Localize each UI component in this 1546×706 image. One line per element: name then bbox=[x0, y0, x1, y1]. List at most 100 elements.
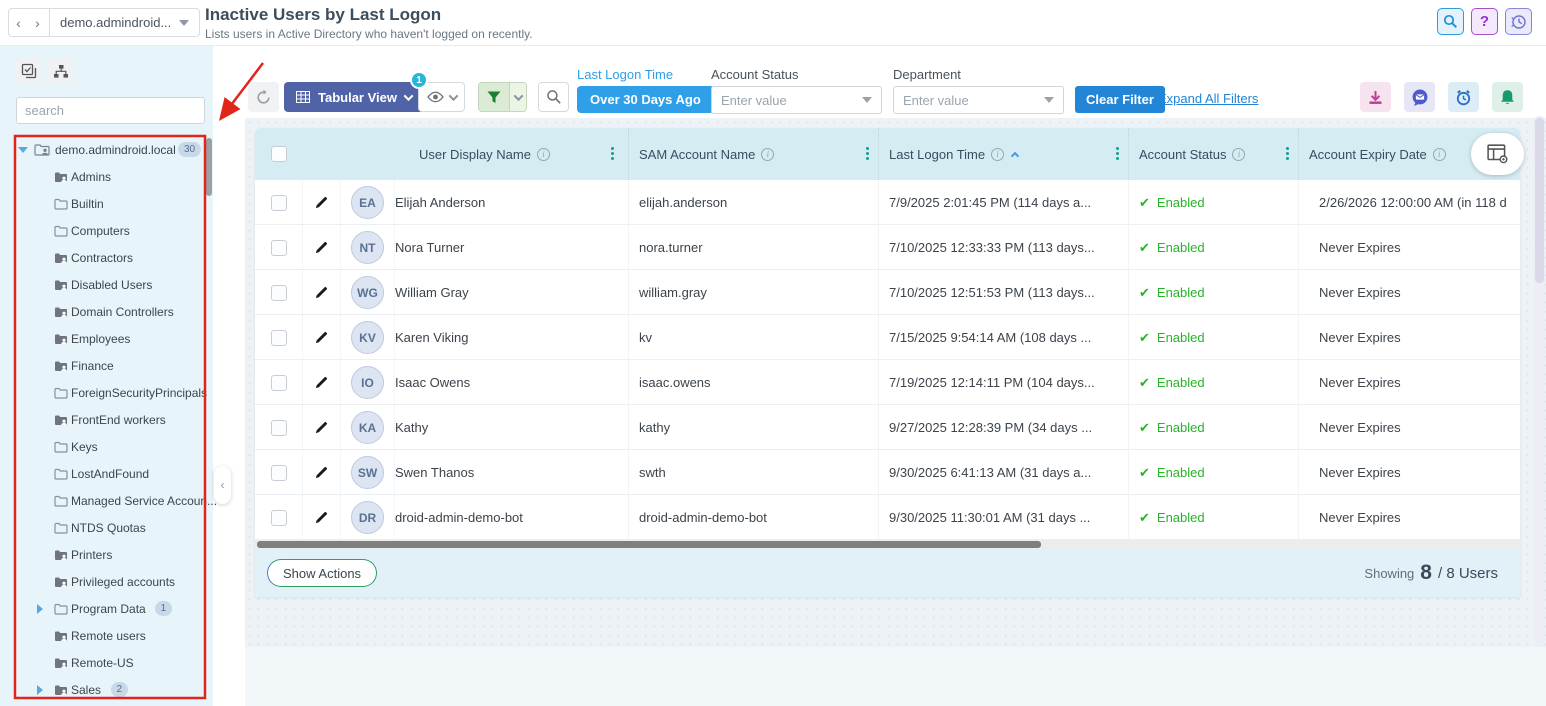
info-icon[interactable]: i bbox=[761, 148, 774, 161]
tree-item-ou[interactable]: FrontEnd workers bbox=[0, 406, 208, 433]
ou-tree-panel: demo.admindroid.local 30 Admins Builtin … bbox=[0, 46, 213, 706]
back-button[interactable]: ‹ bbox=[9, 15, 28, 31]
row-checkbox[interactable] bbox=[271, 330, 287, 346]
select-all-checkbox[interactable] bbox=[271, 146, 287, 162]
row-checkbox[interactable] bbox=[271, 420, 287, 436]
edit-icon[interactable] bbox=[314, 510, 329, 525]
showing-count: 8 bbox=[1420, 561, 1432, 585]
column-header-sam-account-name[interactable]: SAM Account Name i bbox=[628, 128, 878, 180]
edit-icon[interactable] bbox=[314, 330, 329, 345]
tree-search-input[interactable] bbox=[17, 103, 209, 118]
tree-item-ou[interactable]: Remote-US bbox=[0, 649, 208, 676]
cell-account-expiry-date: Never Expires bbox=[1319, 465, 1401, 480]
tree-item-ou[interactable]: Domain Controllers bbox=[0, 298, 208, 325]
tree-item-ou[interactable]: ForeignSecurityPrincipals bbox=[0, 379, 208, 406]
tree-item-ou[interactable]: Privileged accounts bbox=[0, 568, 208, 595]
scrollbar-thumb[interactable] bbox=[1535, 118, 1544, 283]
refresh-button[interactable] bbox=[248, 82, 279, 112]
row-checkbox[interactable] bbox=[271, 285, 287, 301]
help-button[interactable]: ? bbox=[1471, 8, 1498, 35]
cell-account-expiry-date: Never Expires bbox=[1319, 375, 1401, 390]
tree-item-ou[interactable]: Contractors bbox=[0, 244, 208, 271]
edit-icon[interactable] bbox=[314, 420, 329, 435]
table-body: EA Elijah Anderson elijah.anderson 7/9/2… bbox=[255, 180, 1520, 540]
sort-ascending-icon[interactable] bbox=[1011, 151, 1019, 159]
tree-root-badge: 30 bbox=[178, 142, 201, 157]
edit-icon[interactable] bbox=[314, 285, 329, 300]
filter-button[interactable] bbox=[478, 82, 527, 112]
forward-button[interactable]: › bbox=[28, 15, 47, 31]
tree-item-ou[interactable]: Admins bbox=[0, 163, 208, 190]
row-checkbox[interactable] bbox=[271, 465, 287, 481]
column-menu-icon[interactable] bbox=[611, 147, 614, 150]
info-icon[interactable]: i bbox=[537, 148, 550, 161]
expand-all-filters-link[interactable]: Expand All Filters bbox=[1158, 91, 1258, 106]
info-icon[interactable]: i bbox=[991, 148, 1004, 161]
expand-caret-icon[interactable] bbox=[18, 147, 28, 153]
info-icon[interactable]: i bbox=[1232, 148, 1245, 161]
hierarchy-view-button[interactable] bbox=[48, 58, 74, 84]
tree-item-ou[interactable]: Builtin bbox=[0, 190, 208, 217]
tree-item-ou[interactable]: Employees bbox=[0, 325, 208, 352]
sidebar-collapse-handle[interactable]: ‹ bbox=[214, 466, 231, 504]
row-checkbox[interactable] bbox=[271, 195, 287, 211]
cell-sam-account-name: william.gray bbox=[639, 285, 707, 300]
funnel-icon[interactable] bbox=[479, 83, 509, 111]
filter-select-account-status[interactable]: Enter value bbox=[711, 86, 882, 114]
tree-item-ou[interactable]: Disabled Users bbox=[0, 271, 208, 298]
filter-label-last-logon: Last Logon Time bbox=[577, 67, 673, 82]
history-button[interactable] bbox=[1505, 8, 1532, 35]
alert-button[interactable] bbox=[1492, 82, 1523, 112]
tree-root-domain[interactable]: demo.admindroid.local 30 bbox=[0, 136, 208, 163]
edit-icon[interactable] bbox=[314, 465, 329, 480]
schedule-button[interactable] bbox=[1448, 82, 1479, 112]
column-settings-button[interactable] bbox=[1471, 133, 1524, 175]
tabular-view-button[interactable]: Tabular View bbox=[284, 82, 424, 112]
show-actions-button[interactable]: Show Actions bbox=[267, 559, 377, 587]
tree-item-ou[interactable]: Keys bbox=[0, 433, 208, 460]
horizontal-scrollbar[interactable] bbox=[255, 540, 1520, 549]
filter-select-department[interactable]: Enter value bbox=[893, 86, 1064, 114]
domain-selector[interactable]: demo.admindroid... bbox=[52, 15, 199, 30]
column-header-last-logon-time[interactable]: Last Logon Time i bbox=[878, 128, 1128, 180]
column-menu-icon[interactable] bbox=[866, 147, 869, 150]
multi-select-button[interactable] bbox=[16, 58, 42, 84]
filter-dropdown-toggle[interactable] bbox=[509, 83, 526, 111]
column-header-user-display-name[interactable]: User Display Name i bbox=[341, 128, 628, 180]
info-icon[interactable]: i bbox=[1433, 148, 1446, 161]
column-menu-icon[interactable] bbox=[1286, 147, 1289, 150]
export-button[interactable] bbox=[1360, 82, 1391, 112]
table-search-button[interactable] bbox=[538, 82, 569, 112]
scrollbar-thumb[interactable] bbox=[257, 541, 1041, 548]
row-checkbox[interactable] bbox=[271, 240, 287, 256]
feedback-button[interactable] bbox=[1404, 82, 1435, 112]
sidebar-scrollbar[interactable] bbox=[206, 138, 212, 196]
row-checkbox[interactable] bbox=[271, 375, 287, 391]
tree-item-ou[interactable]: Remote users bbox=[0, 622, 208, 649]
edit-icon[interactable] bbox=[314, 195, 329, 210]
tree-item-ou[interactable]: Sales 2 bbox=[0, 676, 208, 703]
column-header-account-status[interactable]: Account Status i bbox=[1128, 128, 1298, 180]
row-checkbox[interactable] bbox=[271, 510, 287, 526]
tree-item-ou[interactable]: Program Data 1 bbox=[0, 595, 208, 622]
cell-account-status: Enabled bbox=[1157, 465, 1205, 480]
column-menu-icon[interactable] bbox=[1116, 147, 1119, 150]
tree-item-ou[interactable]: LostAndFound bbox=[0, 460, 208, 487]
tree-item-ou[interactable]: Finance bbox=[0, 352, 208, 379]
tree-item-label: LostAndFound bbox=[71, 467, 149, 481]
top-bar: ‹ › demo.admindroid... Inactive Users by… bbox=[0, 0, 1546, 46]
vertical-scrollbar[interactable] bbox=[1534, 116, 1545, 647]
search-icon bbox=[546, 89, 562, 105]
expand-caret-icon[interactable] bbox=[37, 685, 43, 695]
edit-icon[interactable] bbox=[314, 375, 329, 390]
tree-item-ou[interactable]: Managed Service Accoun... bbox=[0, 487, 208, 514]
clear-filter-button[interactable]: Clear Filter bbox=[1075, 86, 1165, 113]
edit-icon[interactable] bbox=[314, 240, 329, 255]
tree-item-ou[interactable]: Printers bbox=[0, 541, 208, 568]
global-search-button[interactable] bbox=[1437, 8, 1464, 35]
expand-caret-icon[interactable] bbox=[37, 604, 43, 614]
tree-item-badge: 1 bbox=[155, 601, 173, 616]
tree-item-ou[interactable]: NTDS Quotas bbox=[0, 514, 208, 541]
filter-value-last-logon[interactable]: Over 30 Days Ago bbox=[577, 86, 714, 113]
tree-item-ou[interactable]: Computers bbox=[0, 217, 208, 244]
